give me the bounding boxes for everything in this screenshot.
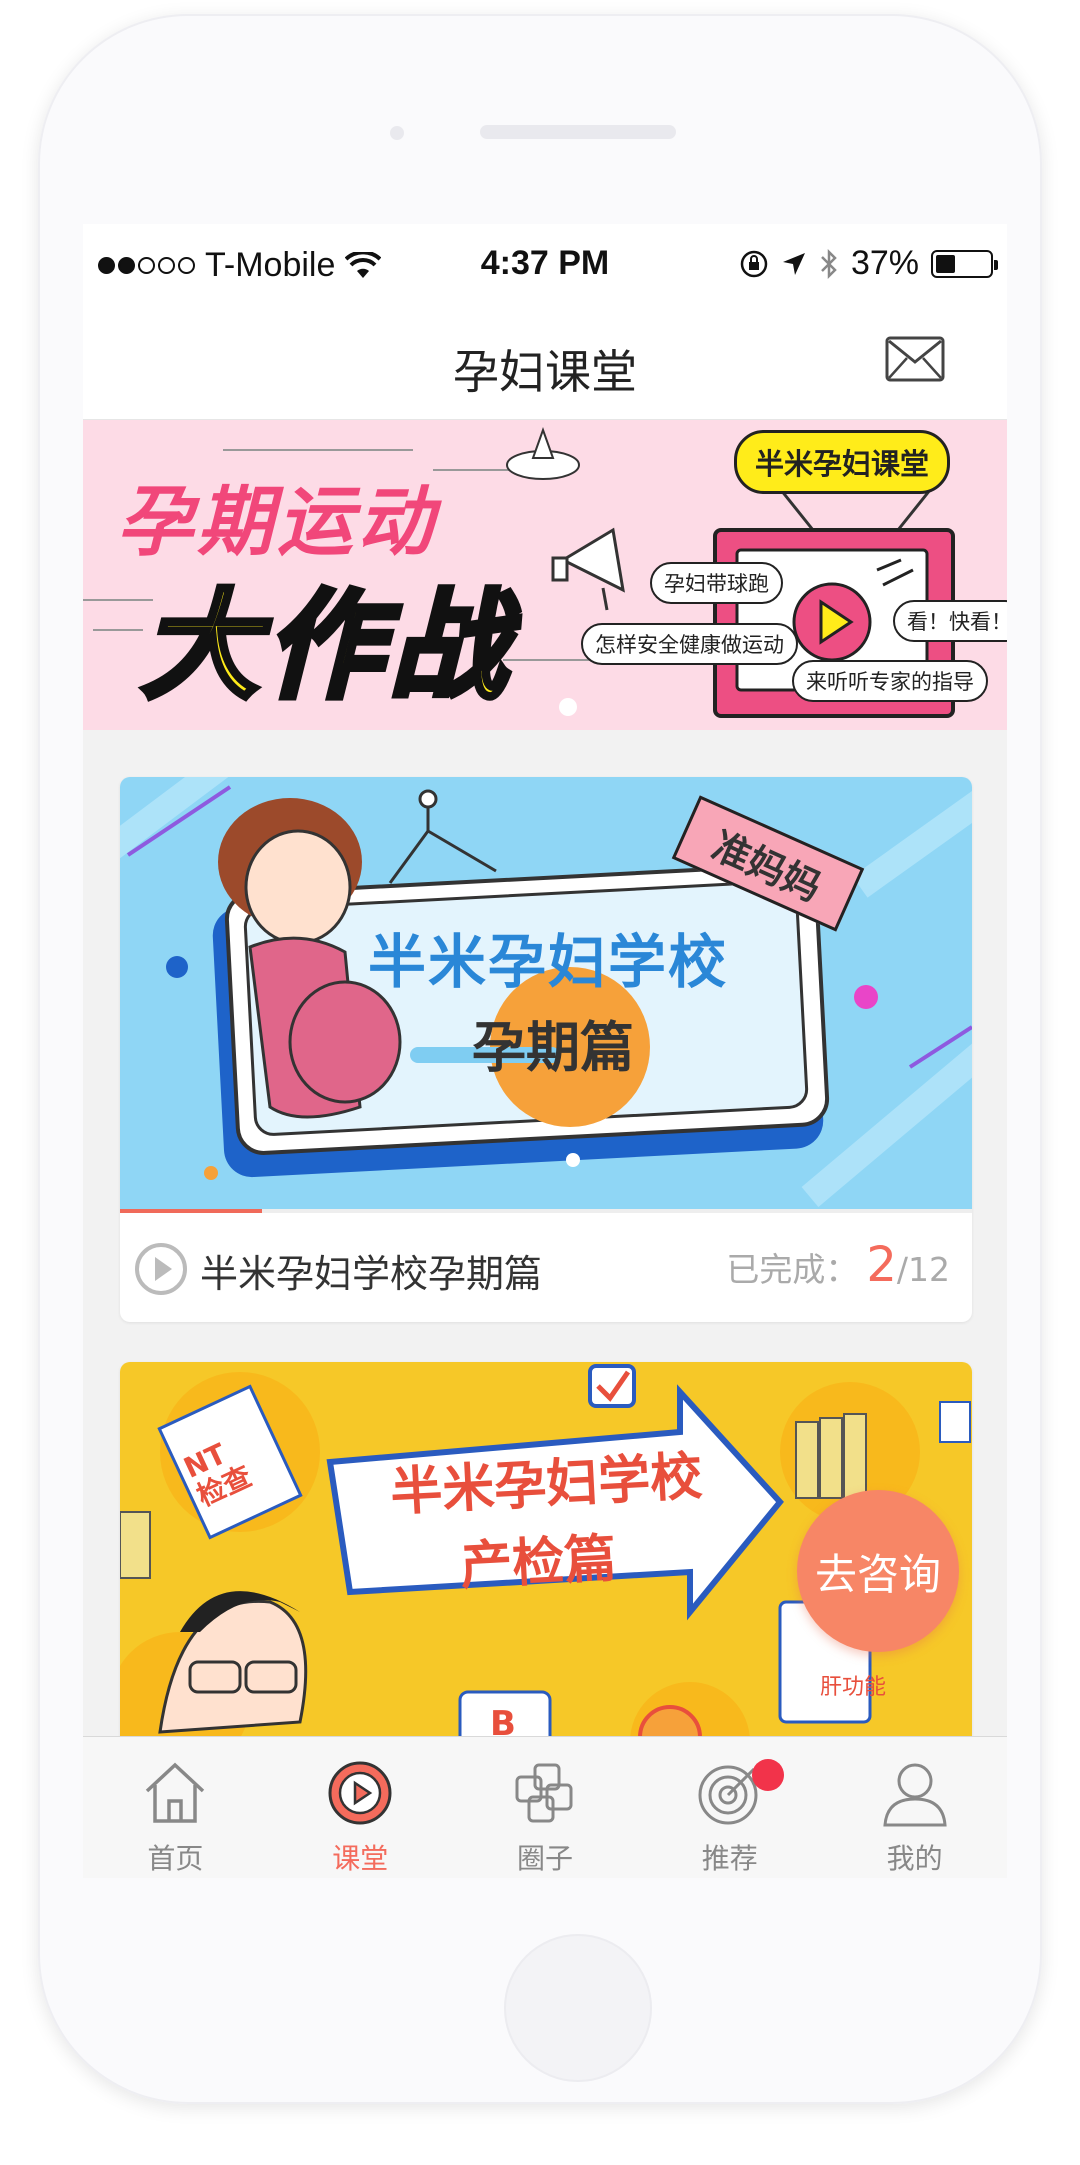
play-circle-icon [328,1761,392,1825]
status-bar: T-Mobile 4:37 PM 37% [83,224,1007,308]
doctor-illustration [158,1591,308,1734]
play-icon[interactable] [134,1242,188,1296]
megaphone-illustration [551,527,625,611]
course-cover[interactable]: 准妈妈 半米孕妇学校 孕期篇 [120,777,972,1209]
tab-label: 推荐 [701,1842,758,1875]
notification-badge [751,1759,784,1791]
tab-recommend[interactable]: 推荐 [637,1737,822,1878]
mail-icon[interactable] [885,336,945,382]
tab-classroom[interactable]: 课堂 [268,1737,453,1878]
banner-tag-1: 孕妇带球跑 [650,562,783,604]
total-number: /12 [896,1250,950,1289]
cover-title: 半米孕妇学校 [368,928,729,996]
course-info-row[interactable]: 半米孕妇学校孕期篇 已完成： 2 /12 [120,1213,972,1322]
battery-percent: 37% [850,244,919,282]
cover-subtitle: 孕期篇 [472,1016,634,1079]
banner-title-2: 大作战 [138,575,514,718]
earpiece-speaker [480,125,676,139]
completed-number: 2 [866,1237,897,1293]
tab-label: 首页 [147,1842,204,1875]
cover-subtitle: 产检篇 [458,1528,618,1598]
front-camera [390,126,404,140]
tab-circles[interactable]: 圈子 [453,1737,638,1878]
tab-label: 我的 [886,1842,943,1875]
banner-tag-4: 来听听专家的指导 [792,660,988,702]
rotation-lock-icon [740,250,768,277]
user-icon [882,1763,947,1827]
banner-tag-2: 怎样安全健康做运动 [581,623,798,665]
tab-label: 课堂 [332,1842,389,1875]
battery-icon [931,249,998,278]
banner-page-dot[interactable] [559,698,577,716]
tab-home[interactable]: 首页 [83,1737,268,1878]
app-screen: T-Mobile 4:37 PM 37% 孕妇课堂 孕期运动 大作战 半米孕妇课… [83,224,1007,1878]
course-title: 半米孕妇学校孕期篇 [200,1252,543,1296]
course-card[interactable]: 准妈妈 半米孕妇学校 孕期篇 半米孕妇学校孕期篇 已完成： 2 /12 [120,777,972,1322]
home-button[interactable] [504,1934,652,2082]
promo-banner[interactable]: 孕期运动 大作战 半米孕妇课堂 孕妇带球跑 怎样安全健康做运动 看！快看！ 来听… [83,420,1007,730]
completion-count: 已完成： 2 /12 [726,1237,950,1293]
tab-profile[interactable]: 我的 [822,1737,1007,1878]
banner-badge: 半米孕妇课堂 [734,430,951,494]
nav-bar: 孕妇课堂 [83,308,1007,420]
completed-label: 已完成： [726,1250,859,1289]
tab-bar: 首页 课堂 圈子 推荐 我的 [83,1736,1007,1878]
bluetooth-icon [821,248,837,279]
page-title: 孕妇课堂 [453,345,637,399]
circles-icon [515,1763,573,1823]
tab-label: 圈子 [516,1842,573,1875]
banner-tag-3: 看！快看！ [893,600,1007,642]
cover-liver-label: 肝功能 [820,1675,887,1700]
location-arrow-icon [782,252,805,275]
consult-button[interactable]: 去咨询 [797,1490,959,1652]
rocket-illustration [506,427,580,480]
home-icon [146,1762,205,1823]
